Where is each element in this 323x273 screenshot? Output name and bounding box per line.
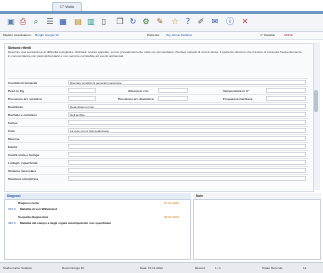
form-scrollbar-thumb[interactable] [314,90,318,112]
diagnosis-date: 07.01.2022 [164,201,180,205]
doctor-label: Medico esaminatore: [3,33,32,37]
facies-field[interactable] [68,120,306,125]
chart-number-label: n° Cartella: [260,33,276,37]
notes-header-label: Note [196,194,204,198]
diagnosis-row[interactable]: Sospetta diagnostica 08.01.2023 [6,215,186,220]
diagnosis-row[interactable]: 346.9 Malattia di von Willebrand [6,207,186,212]
mucosa-field[interactable] [68,136,306,141]
spine-field[interactable]: Nell'ambito. [68,112,306,117]
systolic-field[interactable] [68,96,96,101]
tools-icon[interactable]: ✎ [155,17,165,27]
diagnosis-row[interactable]: Diagnosi certa 07.01.2022 [6,201,186,206]
form-scrollbar[interactable] [313,43,320,190]
skeletal-structure-field[interactable] [68,176,306,181]
form-row: Cavità orale e faringe [8,150,308,158]
info-icon[interactable]: ⓘ [225,17,235,27]
settings-icon[interactable]: ⚙ [141,17,151,27]
field-label: Rachide e cammino [8,112,38,117]
field-label: Pressione art. sistolica [8,96,42,101]
form-row: Sistema muscolare [8,166,308,174]
form-row: Mucose [8,134,308,142]
weight-field[interactable] [68,88,96,93]
heart-rate-field[interactable] [266,96,306,101]
form-row: Struttura scheletrica [8,174,308,182]
gait-field[interactable]: Deambula normal. [68,104,306,109]
field-label: Deambula [8,104,23,109]
list-icon[interactable]: ☰ [45,17,55,27]
patient-value[interactable]: Sig. Rossi Natalino [166,32,192,39]
field-label: Condizioni Generali [8,80,38,85]
skin-field[interactable]: La cute non è stat esaminata. [68,128,306,133]
diastolic-field[interactable] [158,96,188,101]
folder-icon[interactable]: ▤ [73,17,83,27]
form-row: Edemi [8,142,308,150]
form-row: Facies [8,118,308,126]
diagnosis-code: 346.9 [8,207,16,211]
muscular-system-field[interactable] [68,168,306,173]
help-icon[interactable]: ? [183,17,193,27]
temperature-field[interactable] [266,88,306,93]
diagnosis-date: 08.01.2023 [164,215,180,219]
diagnosis-row[interactable]: 496.9 Malattia del campo a degli organi … [6,221,186,226]
field-label: Linfogh. superficiali [8,160,38,165]
refresh-icon[interactable]: ↻ [128,17,138,27]
field-label: Mucose [8,136,20,141]
calendar-icon[interactable]: ▦ [58,17,68,27]
doctor-value[interactable]: Borghi Giorgio Dr. [35,32,60,39]
window-tabbar [0,0,323,11]
diagnosis-header-label: Diagnosi [7,194,21,198]
field-label: Temperatura in C° [223,88,250,93]
diagnosis-header: Diagnosi [4,193,191,200]
mail-icon[interactable]: ✉ [210,17,220,27]
search-icon[interactable]: ⌕ [31,17,41,27]
notes-panel[interactable] [193,193,321,260]
patient-bar: Medico esaminatore: Borghi Giorgio Dr. P… [0,32,323,40]
close-icon[interactable]: ✕ [240,17,250,27]
form-row: Linfogh. superficiali [8,158,308,166]
field-label: Cavità orale e faringe [8,152,40,157]
copy-icon[interactable]: ❐ [115,17,125,27]
form-row: Rachide e cammino Nell'ambito. [8,110,308,118]
diagnosis-category: Diagnosi certa [18,201,39,205]
symptoms-text[interactable]: Descrive una sensazione di difficoltà a … [8,50,304,59]
diagnosis-text: Malattia del campo a degli organi emolin… [20,221,111,225]
form-row: Condizioni Generali Discrete condizioni … [8,78,308,86]
edit-icon[interactable]: ✐ [196,17,206,27]
lymph-nodes-field[interactable] [68,160,306,165]
field-label: Struttura scheletrica [8,176,39,181]
diagnosis-category: Sospetta diagnostica [18,215,49,219]
status-bar: Studio Carlo: Sindaco Rossi Giorgio Dr. … [0,262,323,273]
form-row: Cute La cute non è stat esaminata. [8,126,308,134]
field-label: Pressione art. diastolica [118,96,154,101]
general-conditions-field[interactable]: Discrete condizioni generali mantenute [68,80,306,85]
oral-cavity-field[interactable] [68,152,306,157]
chart-icon[interactable]: ▥ [86,17,96,27]
diagnosis-code: 496.9 [8,221,16,225]
diagnosis-text: Malattia di von Willebrand [20,207,57,211]
field-label: Edemi [8,144,18,149]
form-row: Deambula Deambula normal. [8,102,308,110]
field-label: Altezza in cm: [128,88,149,93]
form-row: Peso in Kg Altezza in cm: Temperatura in… [8,86,308,94]
field-label: Facies [8,120,18,125]
patient-label: Paziente: [147,33,160,37]
star-icon[interactable]: ☆ [170,17,180,27]
height-field[interactable] [158,88,188,93]
form-row: Pressione art. sistolica Pressione art. … [8,94,308,102]
edema-field[interactable] [68,144,306,149]
field-label: Cute [8,128,15,133]
print-icon[interactable]: ⎙ [18,17,28,27]
document-icon[interactable]: ▯ [99,17,109,27]
field-label: Frequenza Cardiaca [223,96,253,101]
field-label: Sistema muscolare [8,168,37,173]
notes-header: Note [193,193,321,200]
chart-number-value: 33346 [284,33,293,37]
toolbar: ▣ ⎙ ⌕ ☰ ▦ ▤ ▥ ▯ ❐ ↻ ⚙ ✎ ☆ ? ✐ ✉ ⓘ ✕ [0,14,323,32]
save-icon[interactable]: ▣ [6,17,16,27]
field-label: Peso in Kg [8,88,24,93]
